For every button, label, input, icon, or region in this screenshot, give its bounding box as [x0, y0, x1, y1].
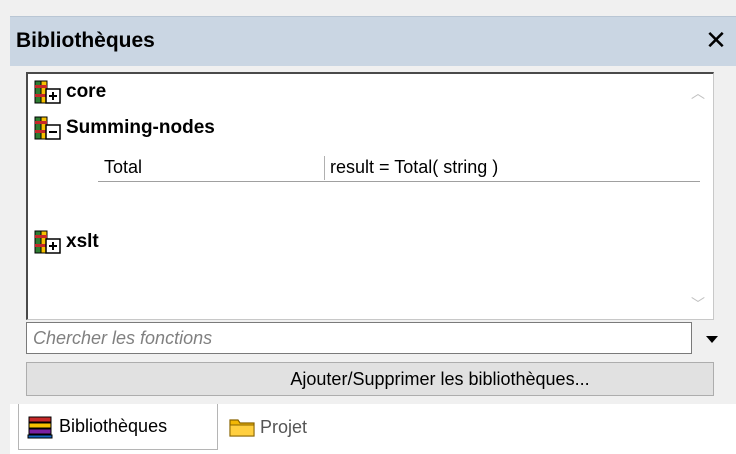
search-dropdown-icon[interactable]: [700, 328, 724, 350]
libraries-window: Bibliothèques ✕ core Summing-nodes Total…: [0, 0, 736, 454]
search-field[interactable]: [26, 322, 692, 354]
libraries-tab-icon: [27, 415, 55, 439]
library-name: xslt: [66, 231, 99, 252]
folder-icon: [228, 415, 256, 439]
function-name: Total: [104, 157, 143, 177]
tab-label: Projet: [260, 416, 308, 437]
library-item-core[interactable]: core: [34, 78, 106, 106]
title-bar: Bibliothèques ✕: [10, 16, 736, 66]
add-remove-libraries-button[interactable]: Ajouter/Supprimer les bibliothèques...: [26, 362, 714, 396]
search-input[interactable]: [27, 323, 691, 353]
library-expand-icon[interactable]: [34, 229, 62, 255]
tab-bar: Bibliothèques Projet: [10, 404, 736, 454]
libraries-panel: core Summing-nodes Total result = Total(…: [10, 66, 736, 404]
library-collapse-icon[interactable]: [34, 115, 62, 141]
tab-label: Bibliothèques: [59, 416, 168, 436]
tab-libraries[interactable]: Bibliothèques: [18, 404, 218, 450]
window-title: Bibliothèques: [16, 29, 155, 52]
library-name: Summing-nodes: [66, 117, 215, 138]
column-divider: [324, 156, 325, 180]
tab-project[interactable]: Projet: [220, 404, 340, 450]
library-expand-icon[interactable]: [34, 79, 62, 105]
function-signature: result = Total( string ): [330, 157, 499, 177]
library-item-xslt[interactable]: xslt: [34, 228, 99, 256]
scroll-down-arrow-icon[interactable]: ﹀: [687, 293, 709, 315]
library-name: core: [66, 81, 107, 102]
close-button[interactable]: ✕: [702, 25, 730, 55]
library-item-summing-nodes[interactable]: Summing-nodes: [34, 114, 215, 142]
function-row-total[interactable]: Total result = Total( string ): [98, 154, 700, 182]
scroll-up-arrow-icon[interactable]: ︿: [687, 82, 709, 104]
library-tree[interactable]: core Summing-nodes Total result = Total(…: [26, 72, 714, 320]
